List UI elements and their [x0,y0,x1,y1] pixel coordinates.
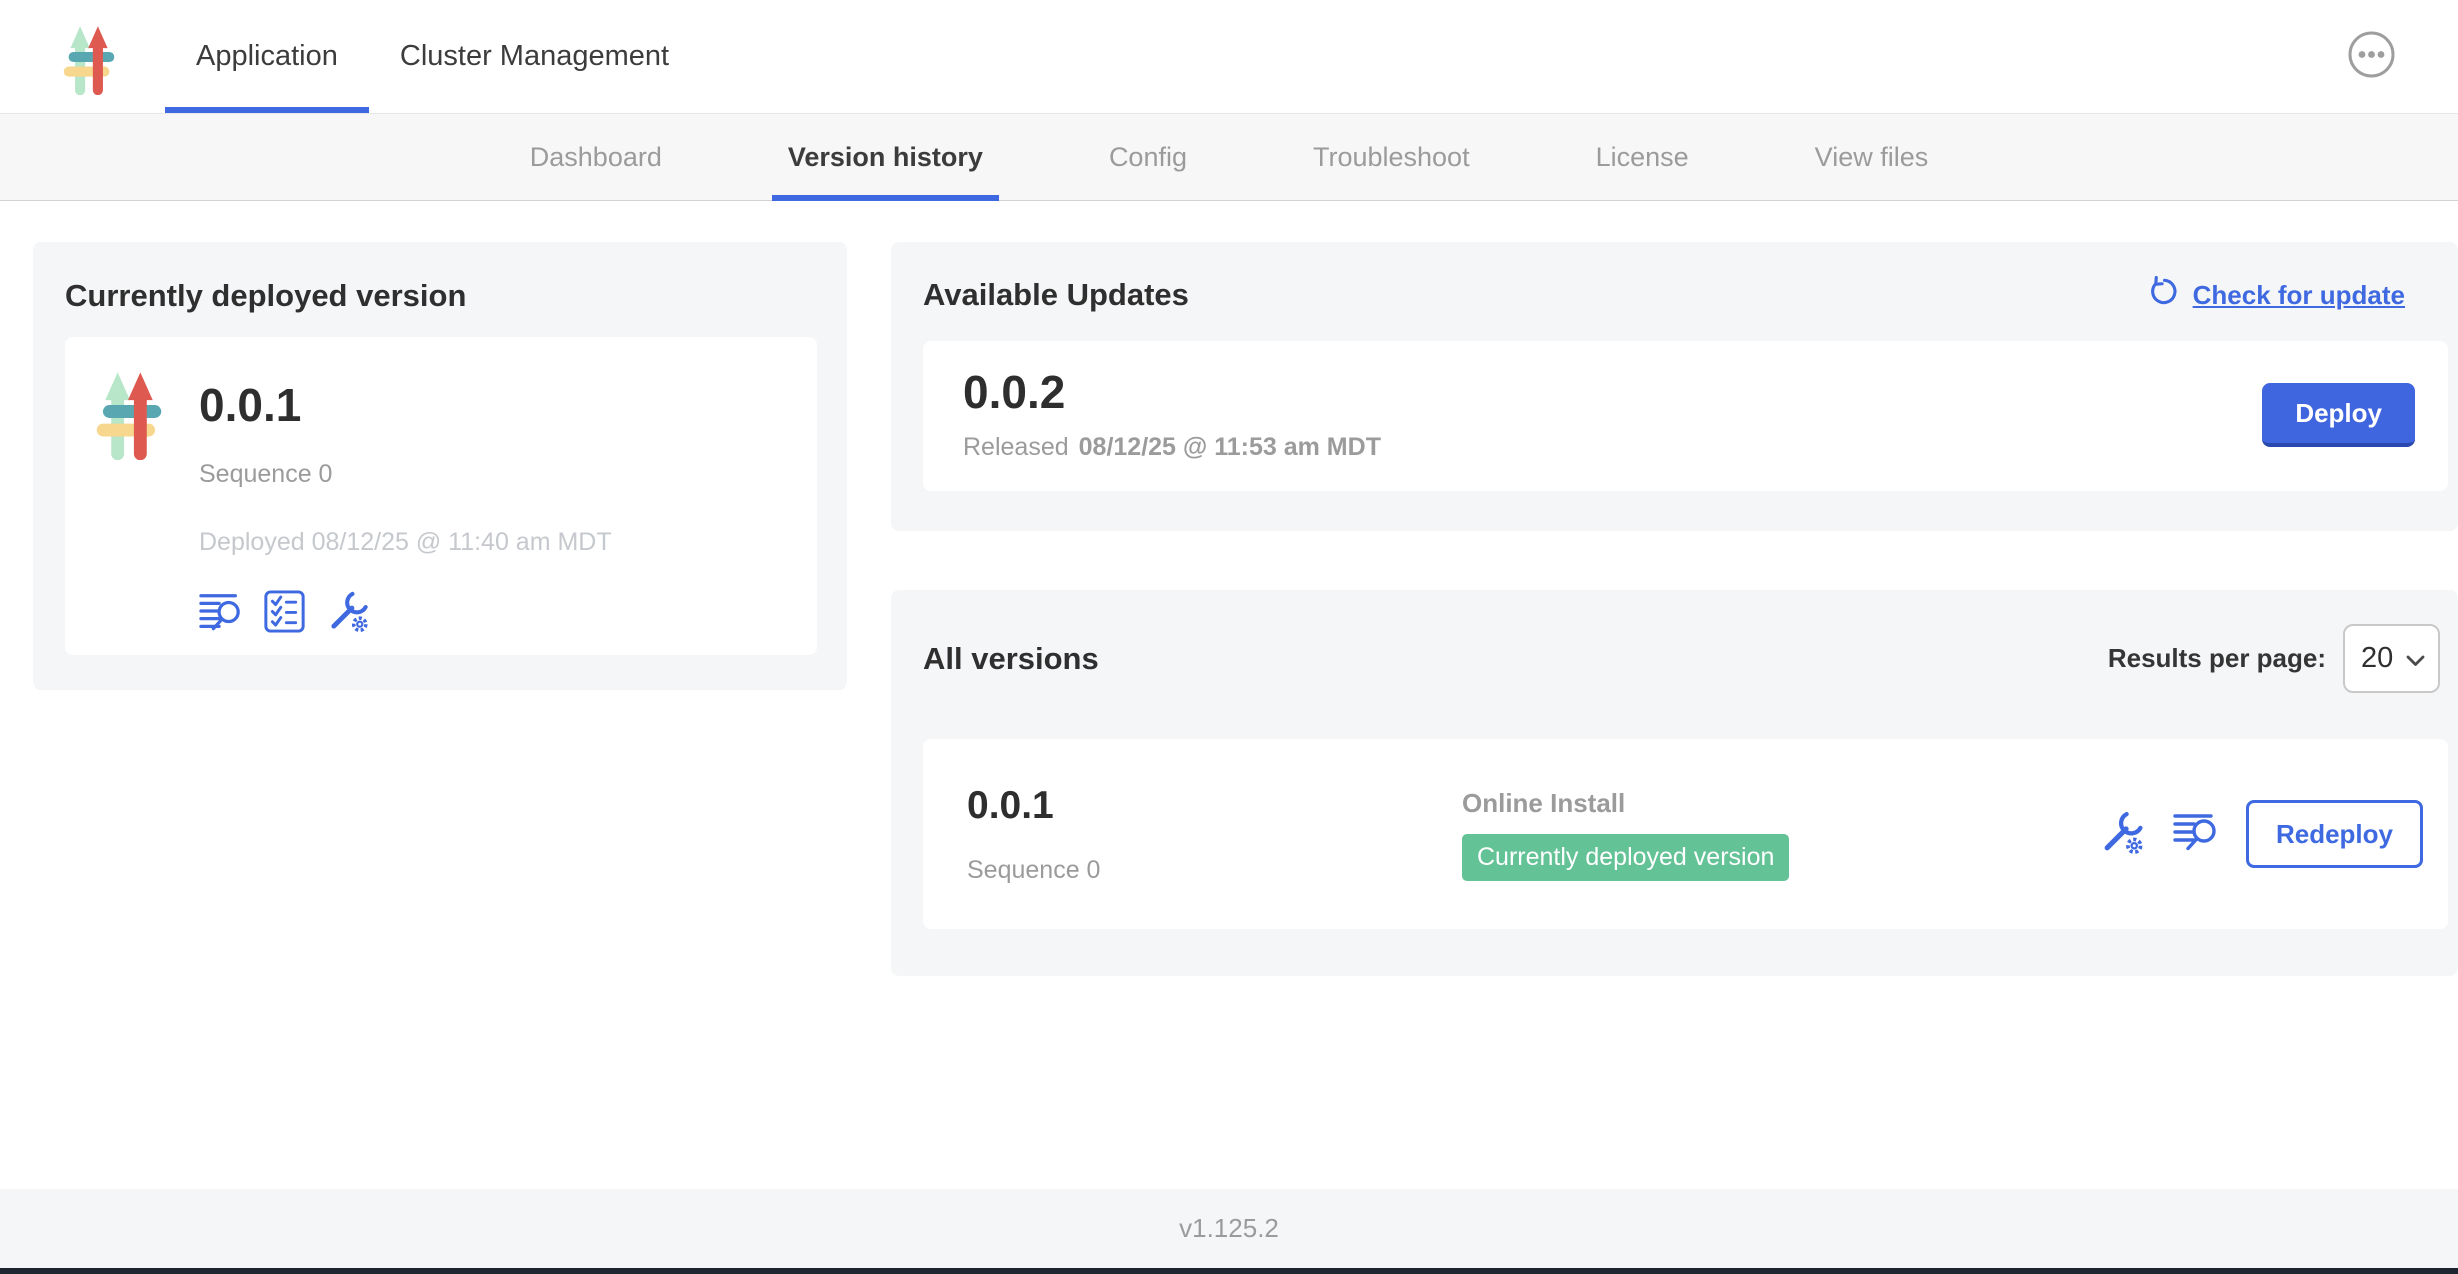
preflight-checks-button[interactable] [264,590,305,636]
app-logo-icon [63,19,115,95]
currently-deployed-version-panel: 0.0.1 Sequence 0 Deployed 08/12/25 @ 11:… [65,337,817,655]
app-header: Application Cluster Management [0,0,2458,113]
edit-config-icon [2099,809,2146,859]
app-logo-icon [96,363,162,637]
footer-bottom-bar [0,1268,2458,1274]
subnav-tab-view-files-label: View files [1815,142,1929,173]
update-released-timestamp: Released 08/12/25 @ 11:53 am MDT [963,433,1381,462]
right-column: Available Updates Check for update 0.0.2 [891,242,2458,976]
console-version-label: v1.125.2 [1179,1213,1279,1244]
tab-cluster-management[interactable]: Cluster Management [369,0,700,113]
check-for-update-link[interactable]: Check for update [2149,276,2405,314]
update-version-number: 0.0.2 [963,368,1381,416]
deploy-logs-icon [2173,811,2219,858]
overflow-menu-button[interactable] [2347,30,2396,79]
redeploy-button[interactable]: Redeploy [2246,800,2423,868]
all-versions-title: All versions [923,641,1099,677]
version-row: 0.0.1 Sequence 0 Online Install Currentl… [923,739,2448,929]
subnav-tab-version-history[interactable]: Version history [772,114,999,200]
chevron-down-icon [2406,642,2425,675]
check-for-update-label: Check for update [2193,280,2405,311]
released-prefix: Released [963,433,1069,461]
edit-config-button[interactable] [2099,809,2146,859]
currently-deployed-badge: Currently deployed version [1462,834,1789,881]
subnav-tab-troubleshoot[interactable]: Troubleshoot [1297,114,1486,200]
subnav-tab-troubleshoot-label: Troubleshoot [1313,142,1470,173]
deployed-version-number: 0.0.1 [199,381,612,429]
deployed-timestamp: Deployed 08/12/25 @ 11:40 am MDT [199,528,612,557]
subnav-tab-view-files[interactable]: View files [1799,114,1945,200]
main-content: Currently deployed version 0.0.1 Sequenc… [0,201,2458,1189]
edit-config-button[interactable] [326,589,371,637]
deploy-button[interactable]: Deploy [2262,383,2415,447]
ellipsis-icon [2347,30,2396,79]
subnav-tab-license[interactable]: License [1580,114,1705,200]
deploy-logs-button[interactable] [2173,811,2219,858]
subnav-tab-dashboard-label: Dashboard [530,142,662,173]
available-updates-title: Available Updates [923,277,1189,313]
currently-deployed-card: Currently deployed version 0.0.1 Sequenc… [33,242,847,690]
subnav-tab-dashboard[interactable]: Dashboard [514,114,678,200]
deploy-logs-icon [199,591,243,636]
available-update-row: 0.0.2 Released 08/12/25 @ 11:53 am MDT De… [923,341,2448,491]
tab-cluster-management-label: Cluster Management [400,40,669,73]
subnav-tab-license-label: License [1596,142,1689,173]
deployed-sequence-label: Sequence 0 [199,460,612,489]
subnav-tab-config[interactable]: Config [1093,114,1203,200]
results-per-page-select[interactable]: 20 [2343,624,2440,693]
available-updates-card: Available Updates Check for update 0.0.2 [891,242,2458,531]
row-sequence-label: Sequence 0 [967,856,1462,885]
primary-tabs: Application Cluster Management [165,0,700,113]
tab-application[interactable]: Application [165,0,369,113]
tab-application-label: Application [196,40,338,73]
edit-config-icon [326,589,371,637]
all-versions-card: All versions Results per page: 20 0.0.1 … [891,590,2458,976]
app-footer: v1.125.2 [0,1189,2458,1274]
results-per-page-value: 20 [2361,642,2393,675]
preflight-checks-icon [264,590,305,636]
released-date: 08/12/25 @ 11:53 am MDT [1079,433,1381,461]
deploy-logs-button[interactable] [199,591,243,636]
refresh-icon [2149,276,2180,314]
results-per-page-label: Results per page: [2108,643,2326,674]
row-version-number: 0.0.1 [967,784,1462,828]
subnav-tab-version-history-label: Version history [788,142,983,173]
install-type-label: Online Install [1462,788,1789,819]
subnav-tab-config-label: Config [1109,142,1187,173]
deployed-version-actions [199,589,612,637]
currently-deployed-title: Currently deployed version [65,278,817,314]
app-subnav: Dashboard Version history Config Trouble… [0,113,2458,201]
results-per-page: Results per page: 20 [2108,624,2440,693]
